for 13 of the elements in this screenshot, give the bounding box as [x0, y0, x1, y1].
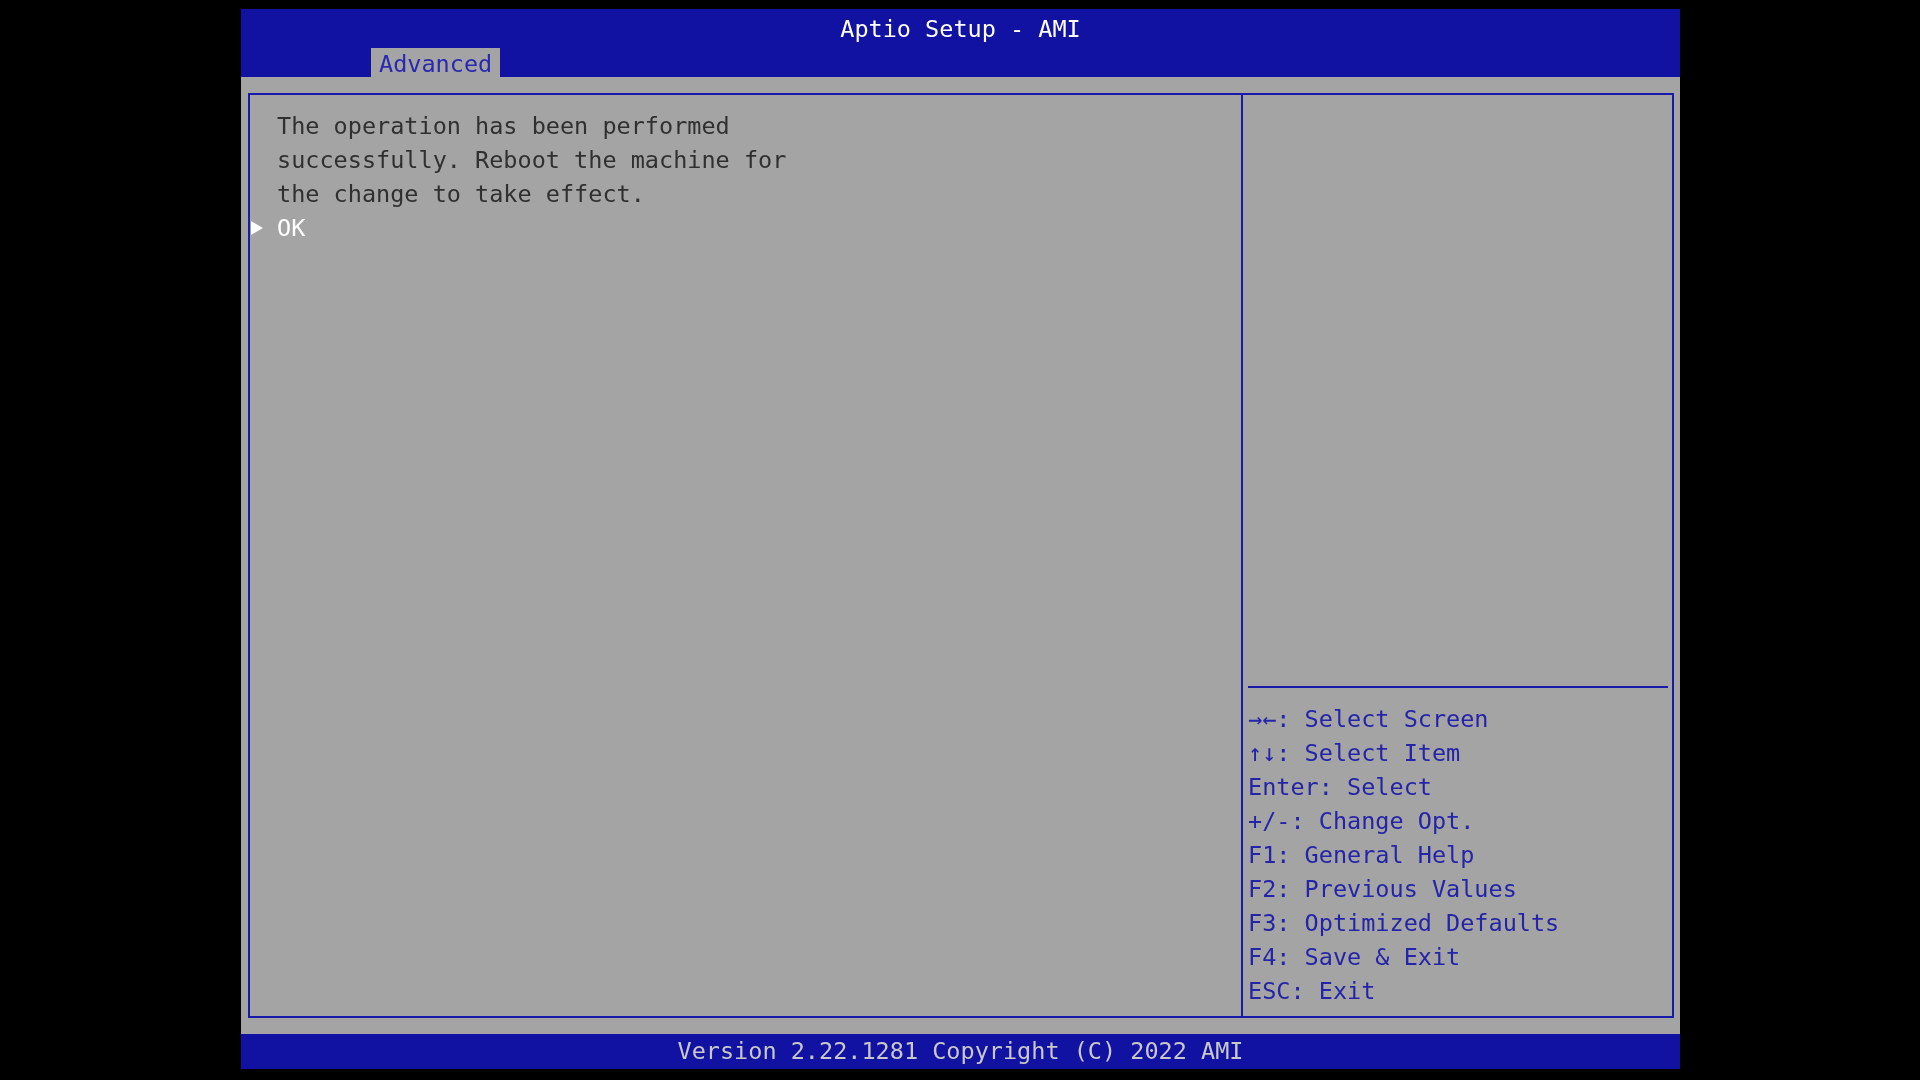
help-line: →←: Select Screen — [1248, 704, 1490, 735]
help-line: F2: Previous Values — [1248, 874, 1518, 905]
help-line: F3: Optimized Defaults — [1248, 908, 1561, 939]
help-line: ↑↓: Select Item — [1248, 738, 1462, 769]
help-line: F4: Save & Exit — [1248, 942, 1462, 973]
help-line: ESC: Exit — [1248, 976, 1377, 1007]
status-bar: Version 2.22.1281 Copyright (C) 2022 AMI — [241, 1034, 1680, 1069]
menu-item[interactable]: OK — [277, 214, 306, 242]
message-text: The operation has been performed successfully. Reboot the machine for the change to take effect. — [277, 111, 788, 210]
help-line: F1: General Help — [1248, 840, 1476, 871]
help-line: +/-: Change Opt. — [1248, 806, 1476, 837]
window-title: Aptio Setup - AMI — [840, 14, 1081, 45]
help-line: Enter: Select — [1248, 772, 1433, 803]
